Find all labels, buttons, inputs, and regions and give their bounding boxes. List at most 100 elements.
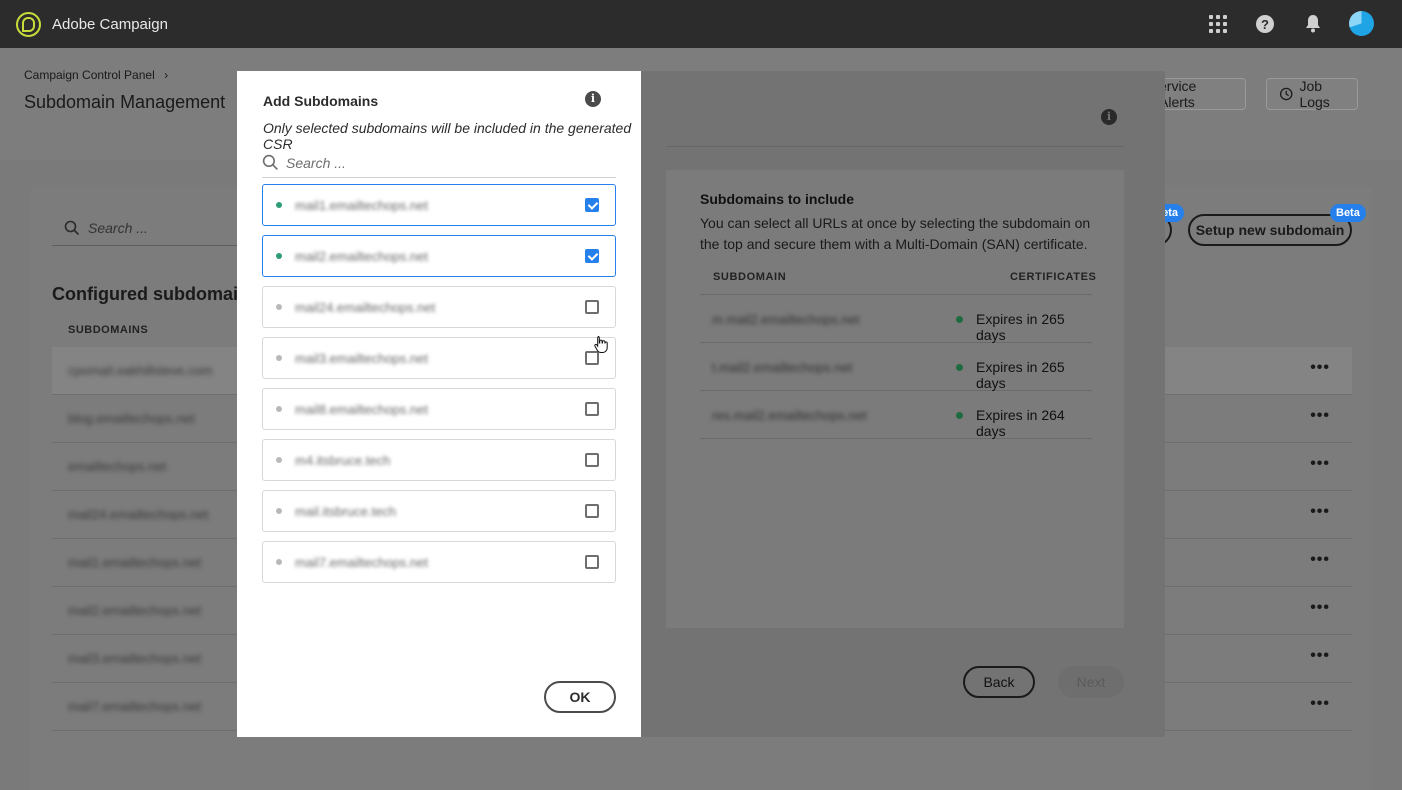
subdomain-name: mail7.emailtechops.net [68,699,201,714]
table-row: t.mail2.emailtechops.net Expires in 265 d… [700,343,1092,391]
page-title: Subdomain Management [24,92,226,112]
checkbox[interactable] [585,351,599,365]
subdomain-option[interactable]: mail8.emailtechops.net [262,388,616,430]
option-label: mail8.emailtechops.net [295,402,428,417]
subdomain-name: emailtechops.net [68,459,167,474]
search-icon [64,220,80,236]
checkbox[interactable] [585,300,599,314]
chevron-right-icon: › [164,68,169,82]
certificate-expiry: Expires in 265 days [976,359,1065,391]
column-header-subdomain: SUBDOMAIN [713,271,787,283]
bell-icon[interactable] [1304,14,1324,34]
checkbox[interactable] [585,198,599,212]
configured-subdomains-title: Configured subdomains [52,284,259,304]
ok-button[interactable]: OK [544,681,616,713]
next-button[interactable]: Next [1058,666,1124,698]
back-button[interactable]: Back [963,666,1035,698]
setup-new-subdomain-button[interactable]: Setup new subdomain [1188,214,1352,246]
column-header-subdomains: SUBDOMAINS [68,324,149,336]
status-dot [276,304,282,310]
table-row: res.mail2.emailtechops.net Expires in 264… [700,391,1092,439]
top-bar: Adobe Campaign ? [0,0,1402,48]
subdomain-name: mail24.emailtechops.net [68,507,209,522]
more-actions-icon[interactable]: ••• [1310,503,1330,521]
subdomain-option[interactable]: mail24.emailtechops.net [262,286,616,328]
subdomain-option[interactable]: mail7.emailtechops.net [262,541,616,583]
user-avatar[interactable] [1349,11,1374,36]
subdomains-search[interactable]: Search ... [64,220,148,236]
subdomain-name: cpomail.oakhillsteve.com [68,363,213,378]
info-icon[interactable]: i [1101,109,1117,125]
subdomain-option[interactable]: m4.itsbruce.tech [262,439,616,481]
option-label: mail7.emailtechops.net [295,555,428,570]
breadcrumb[interactable]: Campaign Control Panel › [24,68,168,82]
status-dot [276,559,282,565]
job-logs-button[interactable]: Job Logs [1266,78,1358,110]
more-actions-icon[interactable]: ••• [1310,647,1330,665]
status-dot [956,412,963,419]
option-label: mail.itsbruce.tech [295,504,397,519]
checkbox[interactable] [585,504,599,518]
subdomain-name: blog.emailtechops.net [68,411,195,426]
status-dot [956,316,963,323]
add-subdomains-dialog: Add Subdomains i Only selected subdomain… [237,71,641,737]
option-label: mail3.emailtechops.net [295,351,428,366]
subdomain-name: m.mail2.emailtechops.net [712,312,860,327]
subdomain-option[interactable]: mail2.emailtechops.net [262,235,616,277]
apps-grid-icon[interactable] [1208,14,1228,34]
subdomain-name: mail3.emailtechops.net [68,651,201,666]
certificate-expiry: Expires in 265 days [976,311,1065,343]
subdomain-option[interactable]: mail.itsbruce.tech [262,490,616,532]
search-placeholder: Search ... [88,220,148,236]
subdomain-name: mail2.emailtechops.net [68,603,201,618]
option-label: mail1.emailtechops.net [295,198,428,213]
subdomain-name: mail1.emailtechops.net [68,555,201,570]
dialog-title: Add Subdomains [263,93,379,109]
breadcrumb-campaign-control-panel[interactable]: Campaign Control Panel [24,68,155,82]
subdomain-option[interactable]: mail3.emailtechops.net [262,337,616,379]
divider [52,245,238,246]
app-title: Adobe Campaign [52,16,168,33]
subdomain-name: res.mail2.emailtechops.net [712,408,867,423]
status-dot [276,508,282,514]
checkbox[interactable] [585,402,599,416]
divider [666,146,1124,147]
subdomain-option[interactable]: mail1.emailtechops.net [262,184,616,226]
more-actions-icon[interactable]: ••• [1310,359,1330,377]
more-actions-icon[interactable]: ••• [1310,551,1330,569]
more-actions-icon[interactable]: ••• [1310,455,1330,473]
more-actions-icon[interactable]: ••• [1310,407,1330,425]
checkbox[interactable] [585,453,599,467]
job-logs-label: Job Logs [1299,78,1330,110]
subdomain-name: t.mail2.emailtechops.net [712,360,853,375]
beta-badge: Beta [1330,204,1366,222]
checkbox[interactable] [585,555,599,569]
status-dot [956,364,963,371]
help-icon[interactable]: ? [1256,15,1274,33]
dialog-subtitle: Only selected subdomains will be include… [263,120,632,152]
status-dot [276,355,282,361]
status-dot [276,406,282,412]
history-icon [1279,87,1293,101]
more-actions-icon[interactable]: ••• [1310,695,1330,713]
subdomains-to-include-title: Subdomains to include [700,191,855,207]
checkbox[interactable] [585,249,599,263]
column-header-certificates: CERTIFICATES [1010,271,1097,283]
info-icon[interactable]: i [585,91,601,107]
table-row: m.mail2.emailtechops.net Expires in 265 d… [700,295,1092,343]
option-label: mail2.emailtechops.net [295,249,428,264]
search-icon [262,154,278,170]
status-dot [276,253,282,259]
subdomain-search [262,152,616,178]
subdomains-to-include-description: You can select all URLs at once by selec… [700,215,1091,252]
service-alerts-label: ervice Alerts [1159,78,1197,110]
certificate-expiry: Expires in 264 days [976,407,1065,439]
search-input[interactable] [286,152,606,174]
status-dot [276,457,282,463]
more-actions-icon[interactable]: ••• [1310,599,1330,617]
hand-cursor-icon [594,336,608,353]
option-label: mail24.emailtechops.net [295,300,436,315]
status-dot [276,202,282,208]
option-label: m4.itsbruce.tech [295,453,391,468]
adobe-campaign-logo-icon[interactable] [16,12,41,37]
